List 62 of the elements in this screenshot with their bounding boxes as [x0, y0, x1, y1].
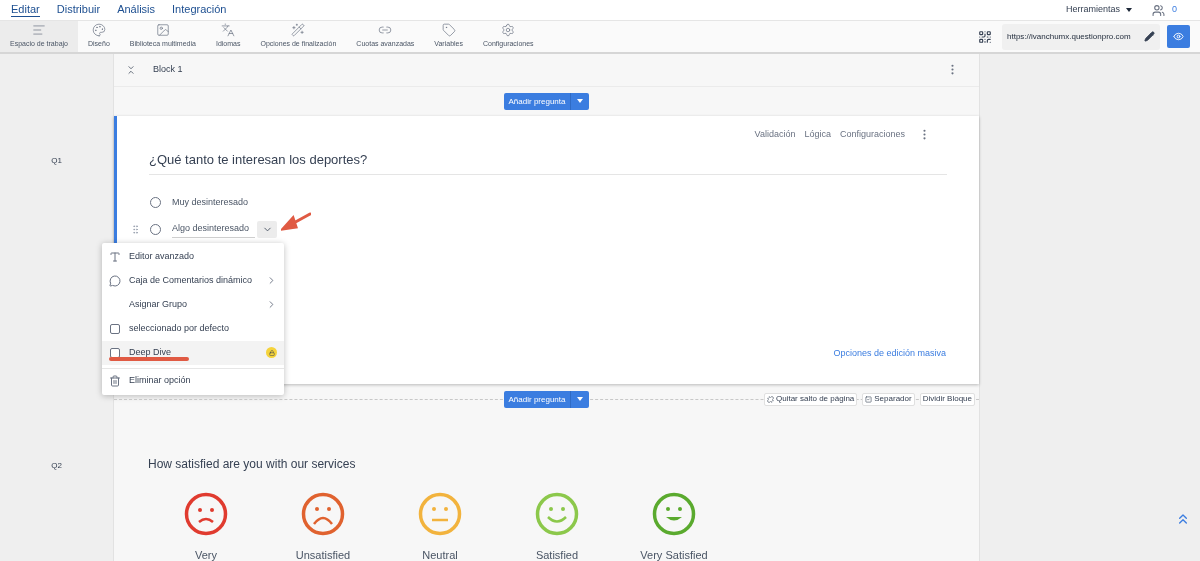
text-format-icon: [109, 250, 121, 263]
checkbox[interactable]: [110, 323, 120, 334]
toolbar-icon: [91, 23, 106, 38]
face-icon[interactable]: [652, 492, 696, 536]
face-label: Satisfied: [535, 550, 579, 561]
drag-handle-icon[interactable]: [130, 223, 141, 235]
nav-tab[interactable]: Análisis: [117, 3, 156, 17]
nav-tab[interactable]: Distribuir: [56, 3, 101, 17]
menu-item[interactable]: Asignar Grupo: [102, 292, 284, 317]
tools-dropdown[interactable]: Herramientas: [1065, 3, 1132, 17]
question-action-link[interactable]: Validación: [754, 127, 796, 142]
face-icon[interactable]: [301, 492, 345, 536]
question-text[interactable]: ¿Qué tanto te interesan los deportes?: [149, 150, 947, 175]
preview-button[interactable]: [1167, 25, 1190, 48]
toolbar-icon: [501, 23, 516, 38]
separator-action-button[interactable]: Separador: [862, 392, 915, 406]
question-action-link[interactable]: Lógica: [804, 127, 831, 142]
add-question-button[interactable]: Añadir pregunta: [503, 390, 590, 408]
annotation-arrow: [281, 211, 311, 232]
speech-bubble-icon: [109, 274, 121, 287]
toolbar-icon: [32, 23, 46, 38]
option-label[interactable]: Algo desinteresado: [172, 220, 256, 239]
option-label[interactable]: Muy desinteresado: [172, 193, 255, 211]
question-text[interactable]: How satisfied are you with our services: [148, 455, 979, 473]
question-number: Q2: [51, 460, 62, 472]
bulk-edit-link[interactable]: Opciones de edición masiva: [833, 346, 946, 361]
url-field[interactable]: https://ivanchumx.questionpro.com: [1002, 23, 1160, 50]
face-label: Unsatisfied: [295, 550, 351, 561]
face-icon[interactable]: [184, 492, 228, 536]
toolbar-icon: [155, 23, 170, 38]
menu-item[interactable]: Caja de Comentarios dinámico: [102, 268, 284, 293]
collapse-icon[interactable]: [126, 64, 136, 75]
toolbar-icon: [291, 23, 306, 38]
checkbox-icon: [865, 395, 873, 403]
separator-action-button[interactable]: Quitar salto de página: [764, 392, 858, 406]
people-icon[interactable]: [1152, 3, 1165, 17]
nav-tab[interactable]: Editar: [11, 3, 40, 17]
add-question-button[interactable]: Añadir pregunta: [503, 92, 590, 110]
face-label: Very: [195, 550, 217, 561]
lock-badge: [266, 347, 277, 359]
question-number: Q1: [51, 155, 62, 167]
toolbar-icon: [221, 23, 236, 38]
face-label: Neutral: [422, 550, 458, 561]
qr-code-icon[interactable]: [978, 29, 992, 44]
menu-item[interactable]: Eliminar opción: [102, 368, 284, 393]
face-icon[interactable]: [535, 492, 579, 536]
broken-link-icon: [767, 395, 774, 403]
collaborator-count: 0: [1172, 3, 1177, 17]
block-title: Block 1: [153, 63, 183, 77]
face-label: Very Satisfied: [640, 550, 708, 561]
trash-icon: [109, 374, 121, 387]
question-action-link[interactable]: Configuraciones: [839, 127, 905, 142]
nav-tab[interactable]: Integración: [172, 3, 227, 17]
pencil-icon[interactable]: [1144, 31, 1155, 42]
option-menu-button[interactable]: [257, 220, 278, 238]
menu-item[interactable]: seleccionado por defecto: [102, 316, 284, 341]
eye-icon: [1173, 31, 1184, 42]
separator-action-button[interactable]: Dividir Bloque: [919, 392, 975, 406]
menu-item[interactable]: Deep Dive: [102, 340, 284, 365]
face-icon[interactable]: [418, 492, 462, 536]
toolbar-icon: [441, 23, 456, 38]
menu-item[interactable]: Editor avanzado: [102, 244, 284, 269]
